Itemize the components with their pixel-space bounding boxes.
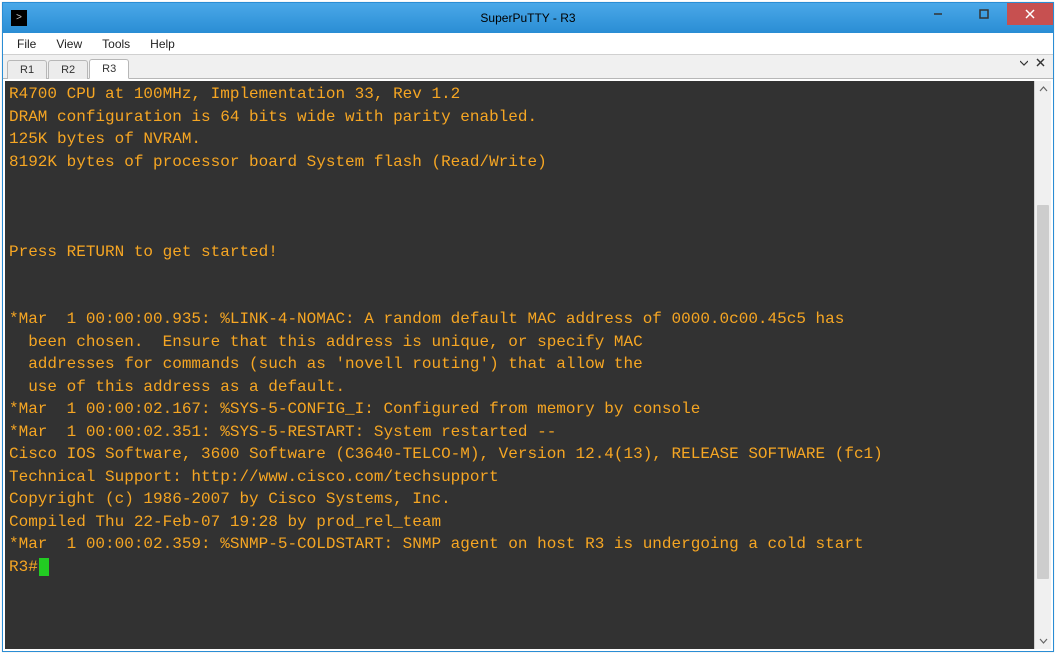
window-controls bbox=[915, 3, 1053, 25]
scrollbar-thumb[interactable] bbox=[1037, 205, 1049, 579]
terminal-line: 125K bytes of NVRAM. bbox=[9, 128, 1030, 151]
chevron-down-icon bbox=[1020, 59, 1028, 67]
tab-r1[interactable]: R1 bbox=[7, 60, 47, 79]
scroll-down-button[interactable] bbox=[1035, 632, 1051, 649]
menu-file[interactable]: File bbox=[7, 35, 46, 53]
tab-options-button[interactable] bbox=[1018, 58, 1030, 70]
close-icon bbox=[1025, 9, 1035, 19]
minimize-icon bbox=[933, 9, 943, 19]
app-window: SuperPuTTY - R3 File View Tools Help R1 … bbox=[2, 2, 1054, 652]
terminal-line: Technical Support: http://www.cisco.com/… bbox=[9, 466, 1030, 489]
minimize-button[interactable] bbox=[915, 3, 961, 25]
tab-close-button[interactable] bbox=[1034, 58, 1047, 70]
menu-tools[interactable]: Tools bbox=[92, 35, 140, 53]
terminal-line: use of this address as a default. bbox=[9, 376, 1030, 399]
terminal-line: addresses for commands (such as 'novell … bbox=[9, 353, 1030, 376]
chevron-down-icon bbox=[1039, 636, 1048, 645]
close-icon bbox=[1036, 58, 1045, 67]
terminal-cursor bbox=[39, 558, 49, 576]
scrollbar[interactable] bbox=[1034, 81, 1051, 649]
terminal-line: *Mar 1 00:00:02.351: %SYS-5-RESTART: Sys… bbox=[9, 421, 1030, 444]
window-title: SuperPuTTY - R3 bbox=[480, 11, 575, 25]
scrollbar-track[interactable] bbox=[1035, 98, 1051, 632]
close-button[interactable] bbox=[1007, 3, 1053, 25]
menu-help[interactable]: Help bbox=[140, 35, 185, 53]
scroll-up-button[interactable] bbox=[1035, 81, 1051, 98]
terminal-line: *Mar 1 00:00:02.167: %SYS-5-CONFIG_I: Co… bbox=[9, 398, 1030, 421]
terminal-line: been chosen. Ensure that this address is… bbox=[9, 331, 1030, 354]
menu-view[interactable]: View bbox=[46, 35, 92, 53]
terminal-line bbox=[9, 263, 1030, 286]
terminal-line bbox=[9, 286, 1030, 309]
terminal-line: Press RETURN to get started! bbox=[9, 241, 1030, 264]
menubar: File View Tools Help bbox=[3, 33, 1053, 55]
terminal-line: Cisco IOS Software, 3600 Software (C3640… bbox=[9, 443, 1030, 466]
terminal-line bbox=[9, 196, 1030, 219]
tab-r2[interactable]: R2 bbox=[48, 60, 88, 79]
terminal-line: 8192K bytes of processor board System fl… bbox=[9, 151, 1030, 174]
terminal-area: R4700 CPU at 100MHz, Implementation 33, … bbox=[3, 79, 1053, 651]
maximize-button[interactable] bbox=[961, 3, 1007, 25]
terminal-line bbox=[9, 218, 1030, 241]
terminal-line: Compiled Thu 22-Feb-07 19:28 by prod_rel… bbox=[9, 511, 1030, 534]
app-icon bbox=[11, 10, 27, 26]
terminal-line: R4700 CPU at 100MHz, Implementation 33, … bbox=[9, 83, 1030, 106]
terminal[interactable]: R4700 CPU at 100MHz, Implementation 33, … bbox=[5, 81, 1034, 649]
tab-controls bbox=[1018, 58, 1047, 70]
tabbar: R1 R2 R3 bbox=[3, 55, 1053, 79]
terminal-prompt: R3# bbox=[9, 556, 38, 579]
terminal-line bbox=[9, 173, 1030, 196]
terminal-line: *Mar 1 00:00:02.359: %SNMP-5-COLDSTART: … bbox=[9, 533, 1030, 556]
chevron-up-icon bbox=[1039, 85, 1048, 94]
terminal-line: DRAM configuration is 64 bits wide with … bbox=[9, 106, 1030, 129]
tab-r3[interactable]: R3 bbox=[89, 59, 129, 79]
terminal-line: *Mar 1 00:00:00.935: %LINK-4-NOMAC: A ra… bbox=[9, 308, 1030, 331]
maximize-icon bbox=[979, 9, 989, 19]
terminal-line: Copyright (c) 1986-2007 by Cisco Systems… bbox=[9, 488, 1030, 511]
terminal-prompt-line: R3# bbox=[9, 556, 1030, 579]
titlebar: SuperPuTTY - R3 bbox=[3, 3, 1053, 33]
